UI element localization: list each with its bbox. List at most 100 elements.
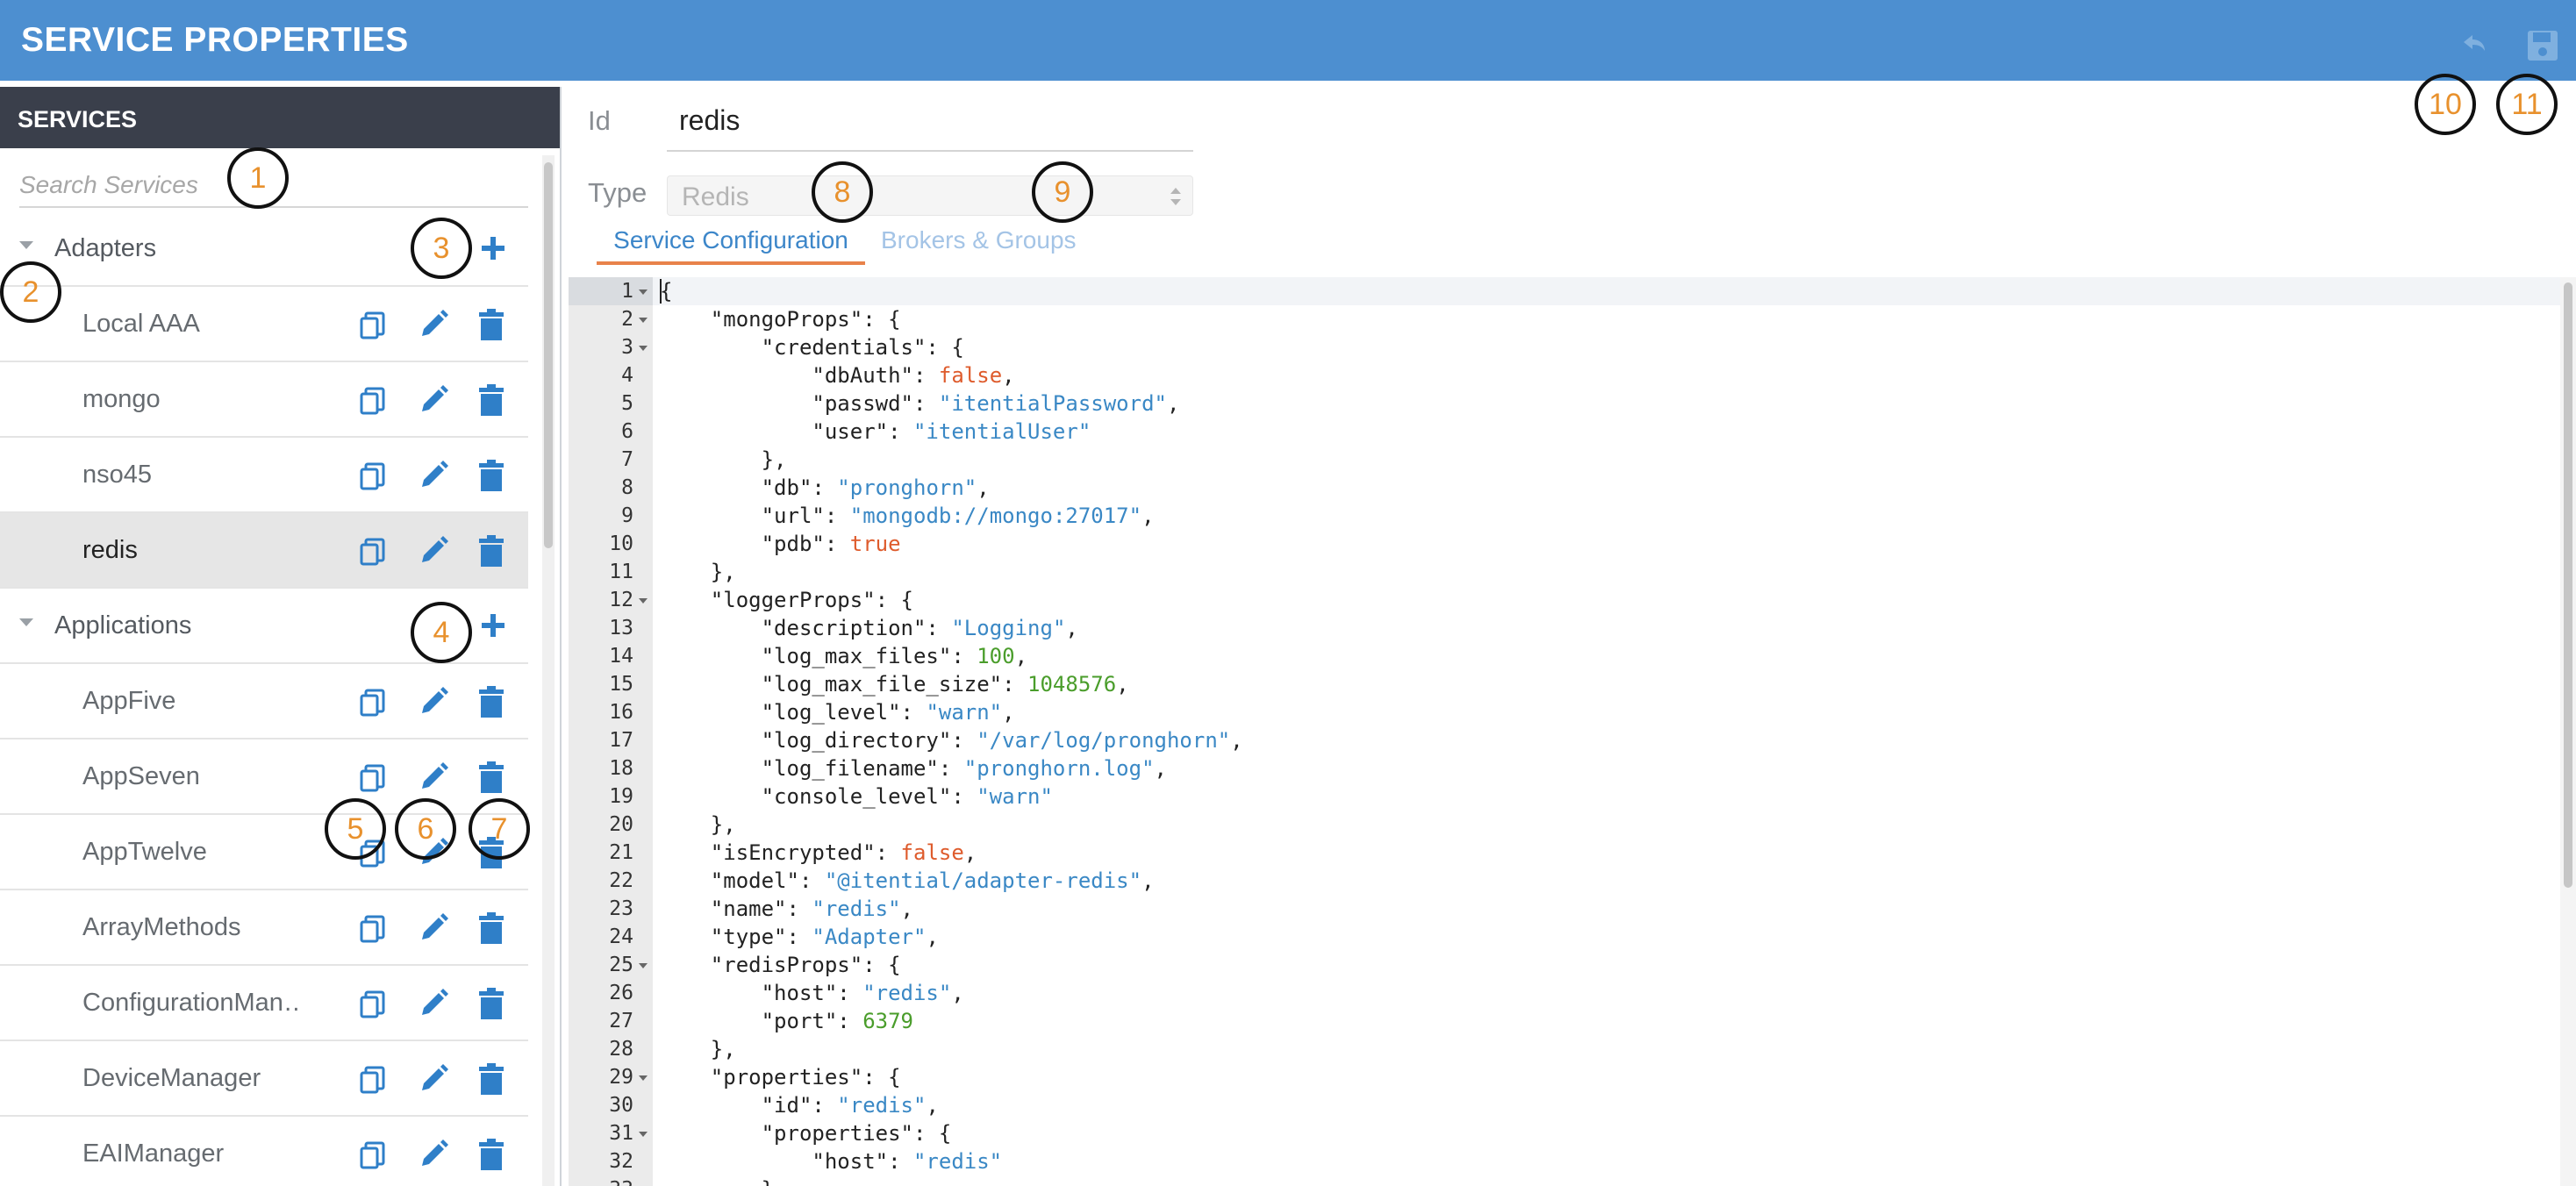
- list-item[interactable]: ConfigurationMan…: [0, 966, 528, 1041]
- collapse-caret-icon[interactable]: [19, 241, 33, 249]
- id-field[interactable]: redis: [679, 104, 740, 137]
- edit-button[interactable]: [414, 984, 453, 1023]
- copy-button[interactable]: [354, 1060, 393, 1098]
- line-number: 3: [621, 336, 633, 359]
- fold-toggle-icon[interactable]: [639, 346, 648, 351]
- list-item[interactable]: Local AAA: [0, 287, 528, 362]
- tab-brokers-groups[interactable]: Brokers & Groups: [881, 225, 1077, 254]
- copy-button[interactable]: [354, 456, 393, 495]
- editor-scrollbar[interactable]: [2560, 277, 2576, 1186]
- type-label: Type: [588, 177, 648, 208]
- fold-toggle-icon[interactable]: [639, 963, 648, 968]
- trash-icon: [479, 988, 504, 1019]
- code-line: "type": "Adapter",: [660, 925, 939, 949]
- line-number: 33: [569, 1178, 633, 1186]
- callout-10: 10: [2415, 74, 2476, 135]
- line-number: 26: [609, 982, 633, 1004]
- sidebar-scrollbar[interactable]: [542, 155, 555, 1186]
- code-line: "isEncrypted": false,: [660, 840, 977, 865]
- delete-button[interactable]: [472, 305, 511, 344]
- item-label: AppTwelve: [82, 838, 207, 866]
- edit-button[interactable]: [414, 1060, 453, 1098]
- edit-button[interactable]: [414, 532, 453, 570]
- tab-service-configuration[interactable]: Service Configuration: [597, 225, 865, 265]
- edit-button[interactable]: [414, 381, 453, 419]
- list-item-selected[interactable]: redis: [0, 513, 528, 589]
- fold-toggle-icon[interactable]: [639, 598, 648, 604]
- type-value: Redis: [682, 182, 749, 211]
- delete-button[interactable]: [472, 381, 511, 419]
- trash-icon: [479, 384, 504, 416]
- edit-button[interactable]: [414, 456, 453, 495]
- code-line: },: [660, 560, 736, 584]
- code-line: "id": "redis",: [660, 1093, 939, 1118]
- add-application-button[interactable]: [476, 608, 511, 643]
- undo-button[interactable]: [2453, 26, 2492, 65]
- copy-icon: [360, 1141, 385, 1169]
- code-line: }: [660, 1177, 774, 1186]
- list-item[interactable]: ArrayMethods: [0, 890, 528, 966]
- plus-icon: [482, 614, 504, 637]
- fold-toggle-icon[interactable]: [639, 318, 648, 323]
- line-number: 7: [621, 448, 633, 471]
- delete-button[interactable]: [472, 984, 511, 1023]
- code-line: "host": "redis",: [660, 981, 964, 1005]
- editor-scrollbar-thumb[interactable]: [2564, 282, 2572, 888]
- active-line-highlight: [569, 277, 2560, 305]
- fold-toggle-icon[interactable]: [639, 289, 648, 295]
- code-line: "port": 6379: [660, 1009, 913, 1033]
- edit-button[interactable]: [414, 682, 453, 721]
- fold-toggle-icon[interactable]: [639, 1132, 648, 1137]
- line-number: 32: [609, 1150, 633, 1173]
- line-number: 19: [609, 785, 633, 808]
- copy-button[interactable]: [354, 682, 393, 721]
- copy-button[interactable]: [354, 984, 393, 1023]
- copy-button[interactable]: [354, 909, 393, 947]
- copy-button[interactable]: [354, 305, 393, 344]
- add-adapter-button[interactable]: [476, 231, 511, 266]
- delete-button[interactable]: [472, 1135, 511, 1174]
- copy-icon: [360, 990, 385, 1018]
- type-select[interactable]: Redis: [667, 175, 1193, 216]
- id-field-underline: [667, 150, 1193, 152]
- app-root: SERVICE PROPERTIES SERVICES Adapters: [0, 0, 2576, 1186]
- list-item[interactable]: DeviceManager: [0, 1041, 528, 1117]
- copy-icon: [360, 1066, 385, 1094]
- copy-button[interactable]: [354, 532, 393, 570]
- code-line: },: [660, 812, 736, 837]
- delete-button[interactable]: [472, 758, 511, 797]
- trash-icon: [479, 460, 504, 491]
- fold-toggle-icon[interactable]: [639, 1075, 648, 1081]
- list-item[interactable]: nso45: [0, 438, 528, 513]
- sidebar-scrollbar-thumb[interactable]: [544, 162, 553, 548]
- delete-button[interactable]: [472, 1060, 511, 1098]
- copy-button[interactable]: [354, 381, 393, 419]
- copy-button[interactable]: [354, 1135, 393, 1174]
- edit-button[interactable]: [414, 758, 453, 797]
- edit-button[interactable]: [414, 1135, 453, 1174]
- code-line: "name": "redis",: [660, 897, 913, 921]
- line-number: 30: [609, 1094, 633, 1117]
- copy-button[interactable]: [354, 758, 393, 797]
- save-button[interactable]: [2523, 26, 2562, 65]
- line-number: 29: [609, 1066, 633, 1089]
- pencil-icon: [422, 310, 448, 336]
- json-code-editor[interactable]: 1 {2 "mongoProps": {3 "credentials": {4 "…: [569, 277, 2576, 1186]
- code-line: },: [660, 447, 787, 472]
- line-number: 10: [609, 532, 633, 555]
- collapse-caret-icon[interactable]: [19, 618, 33, 626]
- copy-icon: [360, 538, 385, 566]
- list-item[interactable]: AppSeven: [0, 739, 528, 815]
- code-line: "log_level": "warn",: [660, 700, 1015, 725]
- delete-button[interactable]: [472, 909, 511, 947]
- list-item[interactable]: AppFive: [0, 664, 528, 739]
- code-line: "user": "itentialUser": [660, 419, 1091, 444]
- trash-icon: [479, 535, 504, 567]
- list-item[interactable]: EAIManager: [0, 1117, 528, 1186]
- delete-button[interactable]: [472, 532, 511, 570]
- edit-button[interactable]: [414, 305, 453, 344]
- edit-button[interactable]: [414, 909, 453, 947]
- delete-button[interactable]: [472, 682, 511, 721]
- list-item[interactable]: mongo: [0, 362, 528, 438]
- delete-button[interactable]: [472, 456, 511, 495]
